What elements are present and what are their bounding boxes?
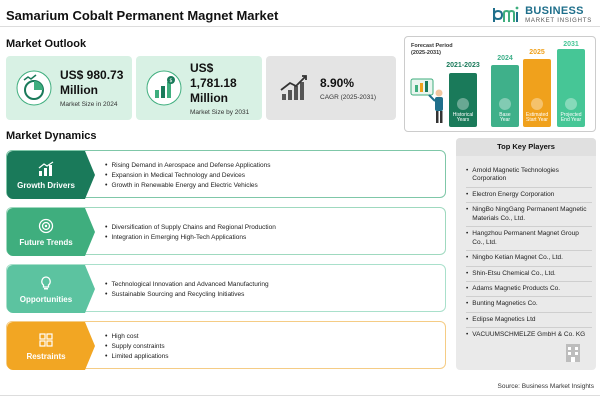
key-player-item: Eclipse Magnetics Ltd xyxy=(466,313,592,329)
market-size-2031-value: US$ 1,781.18 xyxy=(190,60,237,90)
forecast-col-historical: Historical Years xyxy=(449,73,477,127)
future-trend-point: Diversification of Supply Chains and Reg… xyxy=(105,224,275,231)
key-player-item: Hangzhou Permanent Magnet Group Co., Ltd… xyxy=(466,227,592,252)
calendar-end-icon xyxy=(565,97,577,110)
restraints-label: Restraints xyxy=(26,351,66,361)
pie-growth-icon xyxy=(16,70,52,106)
key-player-item: Adams Magnetic Products Co. xyxy=(466,282,592,298)
key-player-item: Ningbo Ketian Magnet Co., Ltd. xyxy=(466,251,592,267)
svg-text:$: $ xyxy=(169,78,172,84)
presenter-illustration-icon xyxy=(410,78,443,123)
building-icon xyxy=(566,344,580,362)
key-player-item: Bunting Magnetics Co. xyxy=(466,297,592,313)
logo-mark-icon xyxy=(491,4,521,26)
history-icon xyxy=(457,97,469,110)
restraints-arrow xyxy=(85,322,95,370)
dynamics-row-growth-drivers: Growth Drivers Rising Demand in Aerospac… xyxy=(6,150,446,199)
restraint-point: High cost xyxy=(105,333,169,340)
future-trends-arrow xyxy=(85,208,95,256)
key-player-item: Arnold Magnetic Technologies Corporation xyxy=(466,164,592,188)
calendar-start-icon xyxy=(531,97,543,110)
key-players-heading: Top Key Players xyxy=(456,138,596,156)
cagr-card: 8.90% CAGR (2025-2031) xyxy=(266,56,396,120)
market-size-2024-card: US$ 980.73 Million Market Size in 2024 xyxy=(6,56,132,120)
page-title: Samarium Cobalt Permanent Magnet Market xyxy=(6,8,279,23)
dynamics-row-restraints: Restraints High cost Supply constraints … xyxy=(6,321,446,370)
market-size-2024-label: Market Size in 2024 xyxy=(60,101,118,108)
market-size-2031-unit: Million xyxy=(190,90,228,105)
key-player-item: Electron Energy Corporation xyxy=(466,188,592,204)
forecast-col-end: Projected End Year xyxy=(557,49,585,127)
warning-grid-icon xyxy=(39,332,53,347)
footer-divider xyxy=(0,395,600,396)
forecast-caption-end-2: End Year xyxy=(560,117,582,124)
future-trends-label: Future Trends xyxy=(19,237,73,247)
future-trend-point: Integration in Emerging High-Tech Applic… xyxy=(105,234,276,241)
logo-line1: BUSINESS xyxy=(525,5,584,17)
forecast-col-start: Estimated Start Year xyxy=(523,59,551,127)
source-note: Source: Business Market Insights xyxy=(497,383,594,390)
future-trends-tag: Future Trends xyxy=(7,208,85,256)
forecast-caption-historical-2: Years xyxy=(456,117,470,124)
opportunity-point: Sustainable Sourcing and Recycling Initi… xyxy=(105,291,269,298)
logo-line2: MARKET INSIGHTS xyxy=(525,18,592,24)
key-player-item: Shin-Etsu Chemical Co., Ltd. xyxy=(466,267,592,282)
opportunities-arrow xyxy=(85,265,95,313)
forecast-label-line2: (2025-2031) xyxy=(411,50,441,57)
cagr-value: 8.90% xyxy=(320,75,355,90)
header-divider xyxy=(0,26,600,27)
forecast-label-line1: Forecast Period xyxy=(411,43,453,49)
forecast-caption-start-2: Start Year xyxy=(526,117,548,124)
growth-drivers-tag: Growth Drivers xyxy=(7,151,85,199)
market-size-2031-card: $ US$ 1,781.18 Million Market Size by 20… xyxy=(136,56,262,120)
growth-drivers-arrow xyxy=(85,151,95,199)
bar-chart-icon xyxy=(38,161,54,176)
dynamics-row-opportunities: Opportunities Technological Innovation a… xyxy=(6,264,446,313)
lightbulb-icon xyxy=(41,275,51,289)
forecast-year-base: 2024 xyxy=(497,55,513,62)
growth-driver-point: Rising Demand in Aerospace and Defense A… xyxy=(105,162,270,169)
forecast-caption-base-2: Year xyxy=(499,117,511,124)
forecast-year-historical: 2021-2023 xyxy=(446,62,480,69)
market-size-2024-value: US$ 980.73 xyxy=(60,68,124,82)
market-size-2024-unit: Million xyxy=(60,83,98,97)
forecast-period-panel: Forecast Period (2025-2031) 2021-2023 Hi… xyxy=(404,36,596,132)
top-key-players-panel: Top Key Players Arnold Magnetic Technolo… xyxy=(456,138,596,370)
growth-driver-point: Expansion in Medical Technology and Devi… xyxy=(105,172,270,179)
calendar-icon xyxy=(499,97,511,110)
growth-drivers-label: Growth Drivers xyxy=(17,180,75,190)
forecast-year-start: 2025 xyxy=(529,49,545,56)
opportunities-tag: Opportunities xyxy=(7,265,85,313)
market-outlook-heading: Market Outlook xyxy=(6,38,87,50)
target-icon xyxy=(38,218,54,233)
forecast-year-end: 2031 xyxy=(563,41,579,48)
market-dynamics-heading: Market Dynamics xyxy=(6,130,97,142)
growth-driver-point: Growth in Renewable Energy and Electric … xyxy=(105,182,270,189)
restraints-tag: Restraints xyxy=(7,322,85,370)
forecast-col-base: Base Year xyxy=(491,65,519,127)
opportunity-point: Technological Innovation and Advanced Ma… xyxy=(105,281,268,288)
cagr-label: CAGR (2025-2031) xyxy=(320,93,376,101)
opportunities-label: Opportunities xyxy=(19,294,73,304)
trend-up-icon xyxy=(280,75,307,100)
brand-logo: BUSINESS MARKET INSIGHTS xyxy=(491,4,592,26)
bar-dollar-icon: $ xyxy=(146,70,182,106)
restraint-point: Limited applications xyxy=(105,353,168,360)
restraint-point: Supply constraints xyxy=(105,343,169,350)
key-player-item: NingBo NingGang Permanent Magnetic Mater… xyxy=(466,203,592,228)
market-size-2031-label: Market Size by 2031 xyxy=(190,108,250,116)
dynamics-row-future-trends: Future Trends Diversification of Supply … xyxy=(6,207,446,256)
